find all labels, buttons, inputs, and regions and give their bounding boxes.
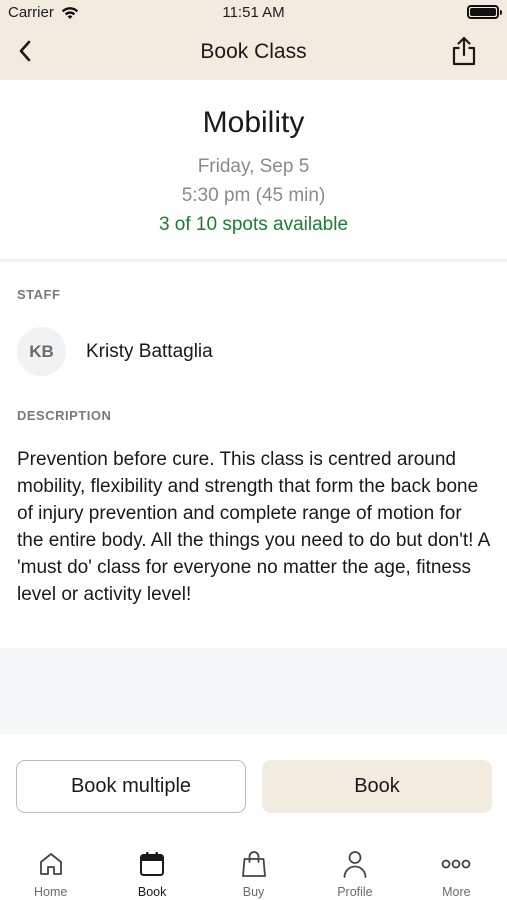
tab-label: Buy <box>242 885 265 899</box>
staff-section-label: STAFF <box>17 287 61 302</box>
battery-icon <box>467 5 502 19</box>
book-multiple-button[interactable]: Book multiple <box>16 760 246 813</box>
availability-text: 3 of 10 spots available <box>158 214 349 235</box>
class-date: Friday, Sep 5 <box>197 156 310 177</box>
share-icon <box>452 36 476 66</box>
tab-book[interactable]: Book <box>101 836 202 900</box>
description-section-label: DESCRIPTION <box>17 408 112 423</box>
home-icon <box>39 853 62 875</box>
tab-bar: Home Book Buy Profile More <box>0 836 507 900</box>
class-header: Mobility Friday, Sep 5 5:30 pm (45 min) … <box>0 80 507 262</box>
status-bar: Carrier 11:51 AM <box>0 0 507 24</box>
book-button[interactable]: Book <box>262 760 492 813</box>
class-time: 5:30 pm (45 min) <box>181 185 326 206</box>
tab-label: Home <box>34 885 68 899</box>
person-icon <box>343 851 367 878</box>
tab-buy[interactable]: Buy <box>203 836 304 900</box>
navigation-bar: Book Class <box>0 24 507 80</box>
more-dots-icon <box>441 859 471 869</box>
class-name: Mobility <box>202 106 305 139</box>
class-description: Prevention before cure. This class is ce… <box>17 449 490 605</box>
page-title: Book Class <box>200 40 307 63</box>
staff-row[interactable]: KB Kristy Battaglia <box>17 327 213 376</box>
tab-home[interactable]: Home <box>0 836 101 900</box>
staff-name: Kristy Battaglia <box>86 340 213 362</box>
share-button[interactable] <box>449 35 479 67</box>
avatar: KB <box>17 327 66 376</box>
shopping-bag-icon <box>241 851 266 877</box>
tab-label: More <box>442 885 471 899</box>
calendar-icon <box>140 852 165 876</box>
tab-profile[interactable]: Profile <box>304 836 405 900</box>
tab-more[interactable]: More <box>406 836 507 900</box>
battery-level <box>470 8 496 16</box>
action-buttons: Book multiple Book <box>16 760 492 814</box>
tab-label: Profile <box>337 885 373 899</box>
tab-label: Book <box>137 885 167 899</box>
content-footer-area <box>0 648 507 734</box>
status-time: 11:51 AM <box>222 4 285 21</box>
